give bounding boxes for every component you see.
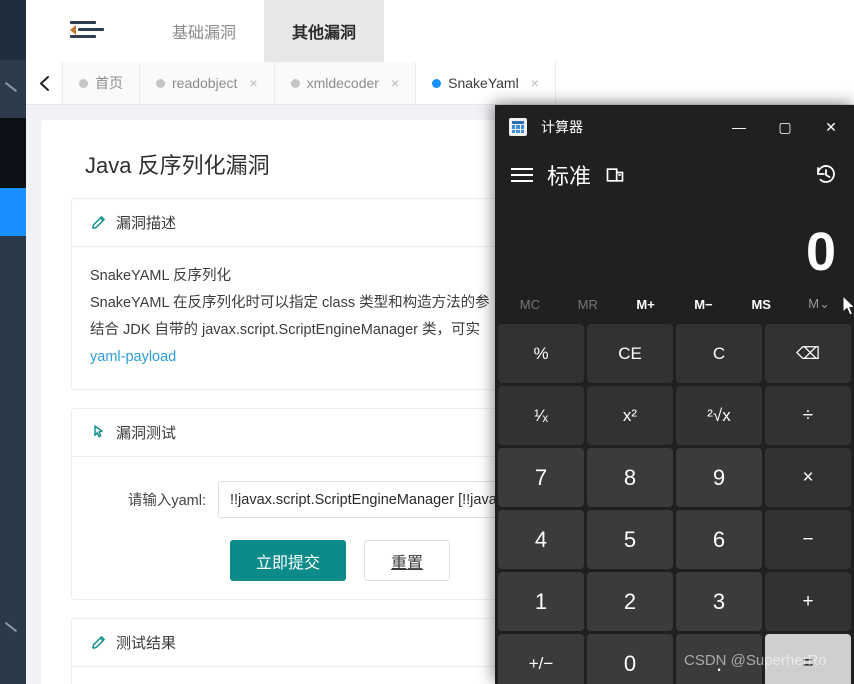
close-button[interactable]: ✕ xyxy=(808,105,854,149)
tab-snakeyaml[interactable]: SnakeYaml × xyxy=(416,62,556,104)
window-controls: — ▢ ✕ xyxy=(716,105,854,149)
key-equals[interactable]: = xyxy=(765,634,851,684)
tab-label: xmldecoder xyxy=(306,75,379,91)
calculator-keypad: % CE C ⌫ ¹⁄ₓ x² ²√x ÷ 7 8 9 × 4 5 6 − 1 … xyxy=(495,321,854,684)
calculator-sub-bar: 标准 xyxy=(495,149,854,201)
key-negate[interactable]: +/− xyxy=(498,634,584,684)
menu-fold-icon[interactable] xyxy=(70,18,104,42)
reset-button[interactable]: 重置 xyxy=(364,540,451,581)
key-decimal[interactable]: . xyxy=(676,634,762,684)
memory-add-button[interactable]: M+ xyxy=(617,297,675,312)
key-four[interactable]: 4 xyxy=(498,510,584,569)
calculator-window: 计算器 — ▢ ✕ 标准 0 MC MR M+ M− MS M⌄ % CE C … xyxy=(495,105,854,684)
tab-status-dot xyxy=(156,78,165,88)
key-two[interactable]: 2 xyxy=(587,572,673,631)
key-five[interactable]: 5 xyxy=(587,510,673,569)
submit-button[interactable]: 立即提交 xyxy=(230,540,347,581)
rail-segment xyxy=(0,236,26,684)
calculator-title: 计算器 xyxy=(541,119,583,135)
chevron-left-icon xyxy=(39,75,49,91)
tab-status-dot xyxy=(79,78,88,88)
panel-title: 测试结果 xyxy=(116,635,177,652)
key-zero[interactable]: 0 xyxy=(587,634,673,684)
key-six[interactable]: 6 xyxy=(676,510,762,569)
tab-close-icon[interactable]: × xyxy=(249,75,257,91)
panel-title: 漏洞测试 xyxy=(116,425,177,442)
key-one[interactable]: 1 xyxy=(498,572,584,631)
memory-recall-button[interactable]: MR xyxy=(559,297,617,312)
key-reciprocal[interactable]: ¹⁄ₓ xyxy=(498,386,584,445)
tab-xmldecoder[interactable]: xmldecoder × xyxy=(274,62,417,104)
mode-tab-other[interactable]: 其他漏洞 xyxy=(264,0,385,62)
panel-title: 漏洞描述 xyxy=(116,215,177,232)
memory-dropdown-button[interactable]: M⌄ xyxy=(790,296,848,312)
tab-label: readobject xyxy=(172,75,238,91)
key-subtract[interactable]: − xyxy=(765,510,851,569)
key-three[interactable]: 3 xyxy=(676,572,762,631)
tab-status-dot xyxy=(290,78,300,88)
pointer-icon xyxy=(94,425,103,438)
memory-subtract-button[interactable]: M− xyxy=(674,297,732,312)
calculator-icon xyxy=(509,118,527,136)
key-divide[interactable]: ÷ xyxy=(765,386,851,445)
pencil-icon xyxy=(92,636,105,649)
rail-segment[interactable] xyxy=(0,60,26,118)
tab-status-dot xyxy=(432,78,442,88)
calculator-title-bar[interactable]: 计算器 — ▢ ✕ xyxy=(495,105,854,149)
pencil-icon xyxy=(92,216,105,229)
minimize-button[interactable]: — xyxy=(716,105,762,149)
tab-label: SnakeYaml xyxy=(448,75,519,91)
key-square-root[interactable]: ²√x xyxy=(676,386,762,445)
memory-store-button[interactable]: MS xyxy=(732,297,790,312)
tab-home[interactable]: 首页 xyxy=(63,62,140,104)
history-icon[interactable] xyxy=(814,163,838,187)
key-multiply[interactable]: × xyxy=(765,448,851,507)
memory-button-row: MC MR M+ M− MS M⌄ xyxy=(495,287,854,321)
key-clear[interactable]: C xyxy=(676,324,762,383)
tab-close-icon[interactable]: × xyxy=(531,75,539,91)
key-add[interactable]: + xyxy=(765,572,851,631)
left-rail xyxy=(0,0,26,684)
tab-scroll-left-button[interactable] xyxy=(26,62,63,104)
key-seven[interactable]: 7 xyxy=(498,448,584,507)
rail-mark-icon xyxy=(4,621,18,633)
key-percent[interactable]: % xyxy=(498,324,584,383)
rail-segment xyxy=(0,118,26,188)
memory-clear-button[interactable]: MC xyxy=(501,297,559,312)
tab-readobject[interactable]: readobject × xyxy=(140,62,275,104)
maximize-button[interactable]: ▢ xyxy=(762,105,808,149)
rail-segment-active[interactable] xyxy=(0,188,26,236)
screen: 基础漏洞 其他漏洞 首页 readobject × xmldecoder × S… xyxy=(0,0,854,684)
mode-tab-basic[interactable]: 基础漏洞 xyxy=(144,0,264,62)
keep-on-top-icon[interactable] xyxy=(605,165,625,185)
key-square[interactable]: x² xyxy=(587,386,673,445)
mode-tabs: 基础漏洞 其他漏洞 xyxy=(144,0,385,62)
rail-mark-icon xyxy=(4,81,18,93)
yaml-input-label: 请输入yaml: xyxy=(127,493,206,509)
key-nine[interactable]: 9 xyxy=(676,448,762,507)
calculator-mode-label: 标准 xyxy=(547,164,592,189)
hamburger-icon[interactable] xyxy=(511,167,533,183)
tab-label: 首页 xyxy=(95,75,123,91)
tab-close-icon[interactable]: × xyxy=(391,75,399,91)
tab-strip: 首页 readobject × xmldecoder × SnakeYaml × xyxy=(26,62,854,105)
key-backspace[interactable]: ⌫ xyxy=(765,324,851,383)
rail-segment xyxy=(0,0,26,60)
calculator-display: 0 xyxy=(805,222,836,282)
key-eight[interactable]: 8 xyxy=(587,448,673,507)
key-clear-entry[interactable]: CE xyxy=(587,324,673,383)
top-bar: 基础漏洞 其他漏洞 xyxy=(26,0,854,62)
